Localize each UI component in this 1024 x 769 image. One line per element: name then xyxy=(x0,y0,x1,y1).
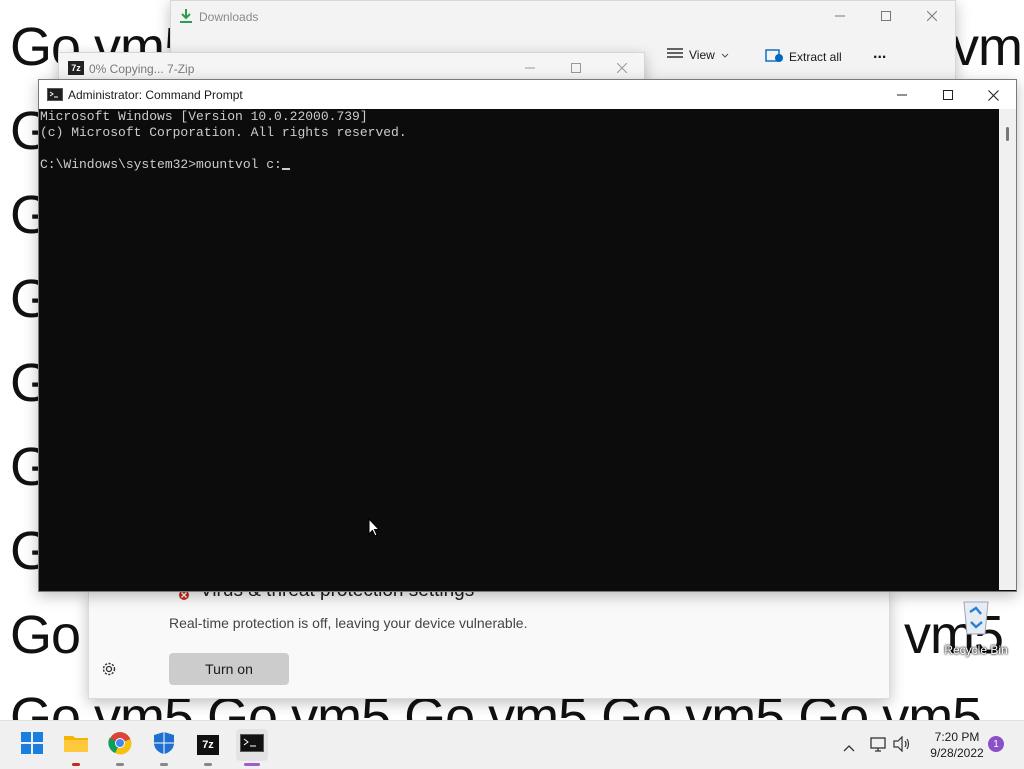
scrollbar-thumb[interactable] xyxy=(1006,127,1009,141)
turn-on-button[interactable]: Turn on xyxy=(169,653,289,685)
close-button[interactable] xyxy=(970,80,1016,110)
maximize-button[interactable] xyxy=(925,80,971,110)
view-icon xyxy=(667,47,683,62)
running-indicator xyxy=(72,763,80,766)
terminal-icon xyxy=(240,733,264,757)
taskbar-7zip[interactable]: 7z xyxy=(192,729,224,766)
clock-date: 9/28/2022 xyxy=(930,746,984,760)
console-prompt-line: C:\Windows\system32>mountvol c: xyxy=(40,157,998,173)
recycle-bin-shortcut[interactable]: Recycle Bin xyxy=(944,596,1008,666)
console-output[interactable]: Microsoft Windows [Version 10.0.22000.73… xyxy=(40,109,998,590)
running-indicator xyxy=(116,763,124,766)
view-button[interactable]: View xyxy=(667,47,729,62)
taskbar-windows-security[interactable] xyxy=(148,729,180,766)
volume-icon[interactable] xyxy=(893,735,911,757)
more-options-button[interactable]: ... xyxy=(873,45,886,63)
start-icon xyxy=(21,731,43,759)
7zip-title: 0% Copying... 7-Zip xyxy=(89,62,195,76)
download-icon xyxy=(179,8,193,29)
command-prompt-window: Administrator: Command Prompt Microsoft … xyxy=(38,79,1017,592)
running-indicator xyxy=(160,763,168,766)
minimize-button[interactable] xyxy=(817,1,863,31)
vertical-scrollbar[interactable] xyxy=(999,109,1016,590)
cmd-titlebar[interactable]: Administrator: Command Prompt xyxy=(39,80,1016,109)
extract-all-button[interactable]: Extract all xyxy=(765,47,842,66)
taskbar-clock[interactable]: 7:20 PM 9/28/2022 xyxy=(916,729,998,761)
taskbar: 7z 7:20 PM 9/28/2022 xyxy=(0,720,1024,769)
clock-time: 7:20 PM xyxy=(934,730,980,744)
close-button[interactable] xyxy=(909,1,955,31)
chevron-up-icon[interactable] xyxy=(843,739,855,757)
taskbar-file-explorer[interactable] xyxy=(60,729,92,766)
taskbar-command-prompt[interactable] xyxy=(236,729,268,766)
console-line: Microsoft Windows [Version 10.0.22000.73… xyxy=(40,109,368,124)
recycle-bin-label: Recycle Bin xyxy=(944,643,1008,657)
chevron-down-icon xyxy=(721,48,729,62)
wallpaper-text: Go xyxy=(10,605,81,665)
mouse-pointer-icon xyxy=(368,517,381,542)
running-indicator xyxy=(204,763,212,766)
7zip-icon: 7z xyxy=(68,61,84,75)
gear-icon[interactable] xyxy=(100,660,118,678)
network-icon[interactable] xyxy=(869,736,887,757)
windows-security-icon xyxy=(153,731,175,760)
downloads-titlebar[interactable]: Downloads xyxy=(171,1,955,31)
console-command: C:\Windows\system32>mountvol c: xyxy=(40,157,282,172)
file-explorer-icon xyxy=(64,733,88,758)
taskbar-chrome[interactable] xyxy=(104,729,136,766)
active-indicator xyxy=(244,763,260,766)
recycle-bin-icon xyxy=(959,601,993,640)
cmd-icon xyxy=(47,88,63,106)
7zip-icon: 7z xyxy=(197,735,219,755)
extract-all-label: Extract all xyxy=(789,49,842,64)
downloads-title: Downloads xyxy=(199,10,259,24)
windows-security-panel: Virus & threat protection settings Real-… xyxy=(88,580,890,699)
notification-badge[interactable]: 1 xyxy=(988,736,1004,752)
text-cursor xyxy=(281,168,290,170)
wallpaper-text: vm5 xyxy=(952,17,1024,77)
cmd-title: Administrator: Command Prompt xyxy=(68,88,243,102)
security-message: Real-time protection is off, leaving you… xyxy=(169,615,528,631)
console-line: (c) Microsoft Corporation. All rights re… xyxy=(40,125,407,140)
maximize-button[interactable] xyxy=(863,1,909,31)
chrome-icon xyxy=(108,731,132,760)
view-label: View xyxy=(689,47,715,62)
start-button[interactable] xyxy=(16,729,48,761)
extract-icon xyxy=(765,47,783,66)
minimize-button[interactable] xyxy=(879,80,925,110)
